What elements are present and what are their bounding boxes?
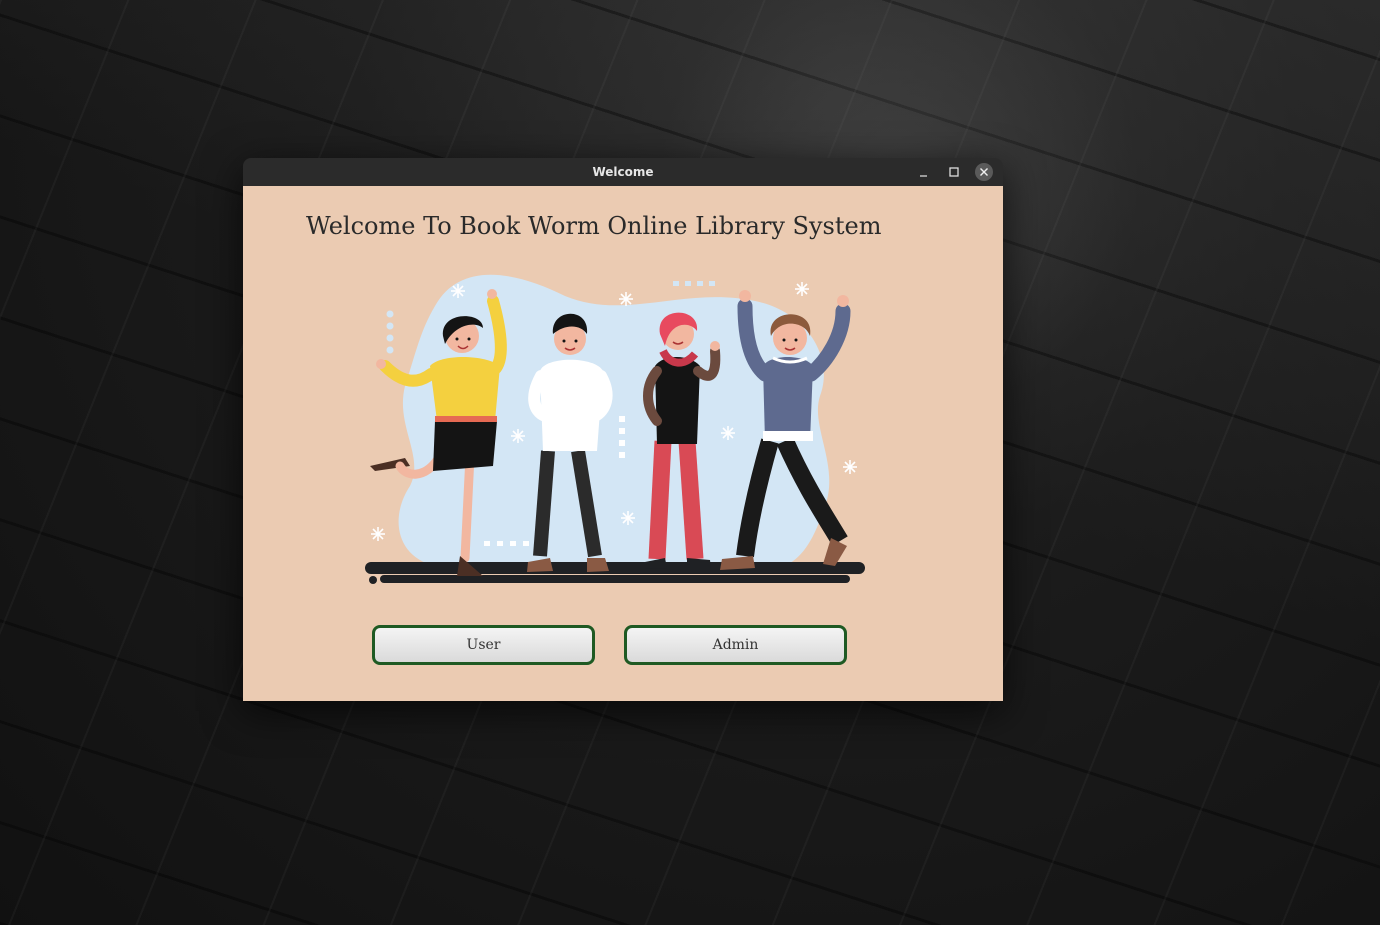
- people-celebrating-illustration: [365, 274, 865, 584]
- window-title: Welcome: [592, 165, 654, 179]
- window-titlebar[interactable]: Welcome: [243, 158, 1003, 187]
- welcome-content: Welcome To Book Worm Online Library Syst…: [243, 186, 1003, 701]
- minimize-button[interactable]: [915, 163, 933, 181]
- close-icon: [980, 168, 988, 176]
- maximize-icon: [949, 167, 959, 177]
- close-button[interactable]: [975, 163, 993, 181]
- welcome-window: Welcome Welcome To Book Worm Online Libr…: [243, 158, 1003, 701]
- page-title: Welcome To Book Worm Online Library Syst…: [306, 212, 882, 240]
- minimize-icon: [920, 175, 927, 177]
- user-button[interactable]: User: [372, 625, 595, 665]
- maximize-button[interactable]: [945, 163, 963, 181]
- admin-button[interactable]: Admin: [624, 625, 847, 665]
